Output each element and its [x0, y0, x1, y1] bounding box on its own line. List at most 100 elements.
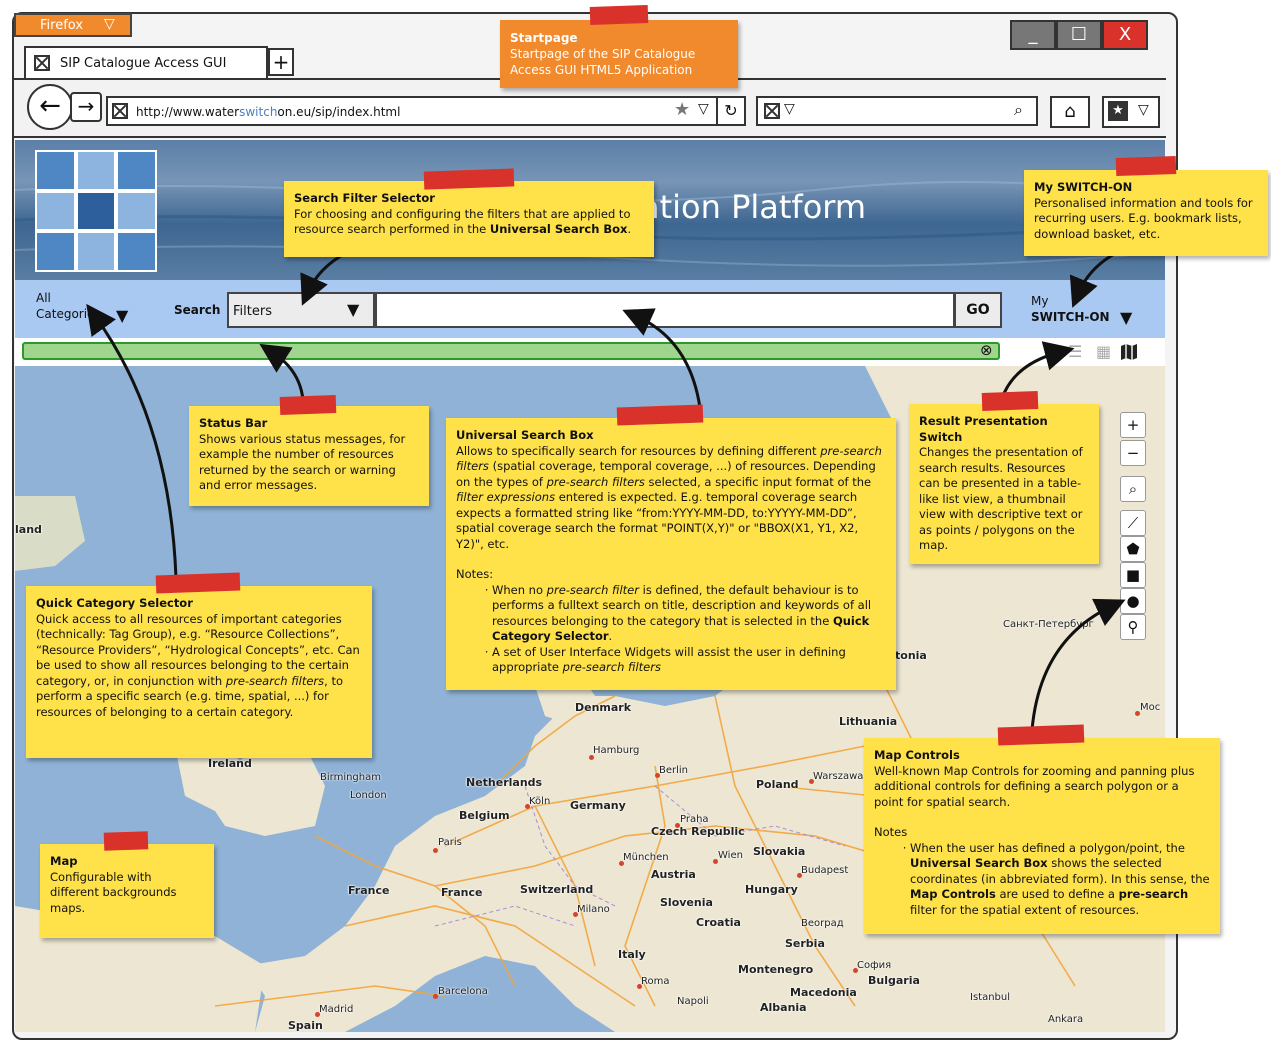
bookmark-icon: ★ — [1108, 101, 1128, 121]
map-label-denmark: Denmark — [575, 701, 632, 714]
my-label: My — [1031, 294, 1049, 308]
map-label-france: France — [348, 884, 390, 897]
map-label-france-2: France — [441, 886, 483, 899]
map-city-st-petersburg: Санкт-Петербург — [1003, 619, 1094, 630]
tape — [981, 391, 1039, 411]
home-button[interactable]: ⌂ — [1050, 96, 1090, 128]
draw-line-button[interactable]: ⟋ — [1120, 510, 1146, 536]
map-label-italy: Italy — [618, 948, 646, 961]
draw-circle-button[interactable]: ● — [1120, 588, 1146, 614]
list-view-icon[interactable]: ☰ — [1068, 342, 1082, 361]
thumbnail-view-icon[interactable]: ▦ — [1096, 342, 1111, 361]
map-city-london: London — [350, 790, 387, 801]
switch-on-label: SWITCH-ON — [1031, 310, 1110, 324]
note-map-controls: Map Controls Well-known Map Controls for… — [864, 738, 1220, 934]
map-city-paris: Paris — [438, 837, 462, 848]
map-city-praha: Praha — [680, 814, 709, 825]
chevron-down-icon: ▽ — [104, 16, 115, 32]
map-city-munchen: München — [623, 852, 669, 863]
reload-icon: ↻ — [724, 101, 738, 120]
categories-label-bottom: Categories — [36, 307, 101, 321]
maximize-button[interactable]: ☐ — [1056, 20, 1102, 50]
draw-point-button[interactable]: ⚲ — [1120, 614, 1146, 640]
rectangle-icon: ■ — [1125, 566, 1141, 584]
go-button[interactable]: GO — [954, 292, 1002, 328]
caret-down-icon[interactable]: ▼ — [116, 306, 128, 325]
map-label-austria: Austria — [651, 868, 696, 881]
chevron-down-icon[interactable]: ▽ — [698, 101, 709, 117]
zoom-box-button[interactable]: ⌕ — [1120, 476, 1146, 502]
note-startpage: Startpage Startpage of the SIP Catalogue… — [500, 20, 738, 88]
quick-category-selector[interactable]: All Categories — [36, 290, 101, 322]
map-label-lithuania: Lithuania — [839, 715, 898, 728]
back-button[interactable]: ← — [27, 84, 73, 130]
new-tab-button[interactable]: + — [268, 48, 294, 76]
map-city-ankara: Ankara — [1048, 1014, 1084, 1025]
caret-down-icon[interactable]: ▼ — [1120, 308, 1132, 327]
note-map: Map Configurable with different backgrou… — [40, 844, 214, 938]
magnifier-icon: ⌕ — [1128, 480, 1138, 498]
map-label-slovakia: Slovakia — [753, 845, 806, 858]
map-city-moscow: Moc — [1140, 702, 1161, 713]
note-quick-category-selector: Quick Category Selector Quick access to … — [26, 586, 372, 758]
note-status-bar: Status Bar Shows various status messages… — [189, 406, 429, 506]
forward-arrow-icon: → — [77, 94, 95, 118]
map-view-icon[interactable] — [1120, 343, 1138, 361]
map-label-bulgaria: Bulgaria — [868, 974, 920, 987]
map-city-beograd: Beorpaд — [801, 918, 844, 929]
firefox-menu-button[interactable]: Firefox ▽ — [14, 13, 132, 37]
star-icon[interactable]: ★ — [674, 99, 690, 120]
clear-icon[interactable]: ⊗ — [980, 341, 993, 359]
my-switch-on-menu[interactable]: My SWITCH-ON — [1031, 293, 1110, 325]
map-label-switzerland: Switzerland — [520, 883, 594, 896]
reload-button[interactable]: ↻ — [718, 96, 746, 126]
tape — [279, 395, 337, 415]
search-engine-icon — [764, 103, 780, 119]
zoom-in-button[interactable]: + — [1120, 412, 1146, 438]
map-label-ireland: Ireland — [208, 757, 252, 770]
tape — [1115, 155, 1177, 177]
map-city-hamburg: Hamburg — [593, 745, 640, 756]
map-city-barcelona: Barcelona — [438, 986, 488, 997]
search-label: Search — [174, 303, 221, 317]
map-city-madrid: Madrid — [319, 1004, 354, 1015]
map-city-sofia: София — [857, 960, 892, 971]
map-city-warszawa: Warszawa — [813, 771, 864, 782]
map-city-berlin: Berlin — [659, 765, 689, 776]
close-window-button[interactable]: X — [1102, 20, 1148, 50]
zoom-out-button[interactable]: − — [1120, 440, 1146, 466]
map-label-iceland: land — [15, 523, 42, 536]
circle-icon: ● — [1126, 592, 1140, 610]
filters-select-value: Filters — [233, 304, 272, 319]
map-label-hungary: Hungary — [745, 883, 798, 896]
browser-tab[interactable]: SIP Catalogue Access GUI — [24, 46, 268, 80]
map-label-germany: Germany — [570, 799, 626, 812]
address-bar[interactable]: http://www.waterswitchon.eu/sip/index.ht… — [106, 96, 718, 126]
draw-rectangle-button[interactable]: ■ — [1120, 562, 1146, 588]
minimize-button[interactable]: _ — [1010, 20, 1056, 50]
universal-search-input[interactable] — [375, 292, 955, 328]
forward-button[interactable]: → — [70, 92, 102, 122]
map-city-birmingham: Birmingham — [320, 772, 381, 783]
tape — [103, 831, 149, 851]
map-label-albania: Albania — [760, 1001, 807, 1014]
draw-polygon-button[interactable]: ⬟ — [1120, 536, 1146, 562]
browser-search-box[interactable]: ▽ ⌕ — [756, 96, 1038, 126]
logo[interactable] — [35, 150, 157, 272]
line-icon: ⟋ — [1127, 514, 1139, 532]
bookmarks-button[interactable]: ★ ▽ — [1102, 96, 1160, 128]
marker-icon: ⚲ — [1127, 618, 1139, 636]
firefox-menu-label: Firefox — [40, 18, 84, 33]
filters-select[interactable]: Filters ▼ — [227, 292, 375, 328]
map-city-istanbul: Istanbul — [970, 992, 1011, 1003]
note-universal-search-box: Universal Search Box Allows to specifica… — [446, 418, 896, 690]
map-label-slovenia: Slovenia — [660, 896, 713, 909]
map-label-montenegro: Montenegro — [738, 963, 814, 976]
caret-down-icon: ▼ — [347, 300, 360, 319]
tape — [997, 724, 1085, 746]
banner-title: ation Platform — [640, 188, 867, 226]
chevron-down-icon[interactable]: ▽ — [784, 101, 795, 117]
categories-label-top: All — [36, 291, 51, 305]
note-my-switch-on: My SWITCH-ON Personalised information an… — [1024, 170, 1268, 256]
search-icon[interactable]: ⌕ — [1014, 100, 1023, 120]
